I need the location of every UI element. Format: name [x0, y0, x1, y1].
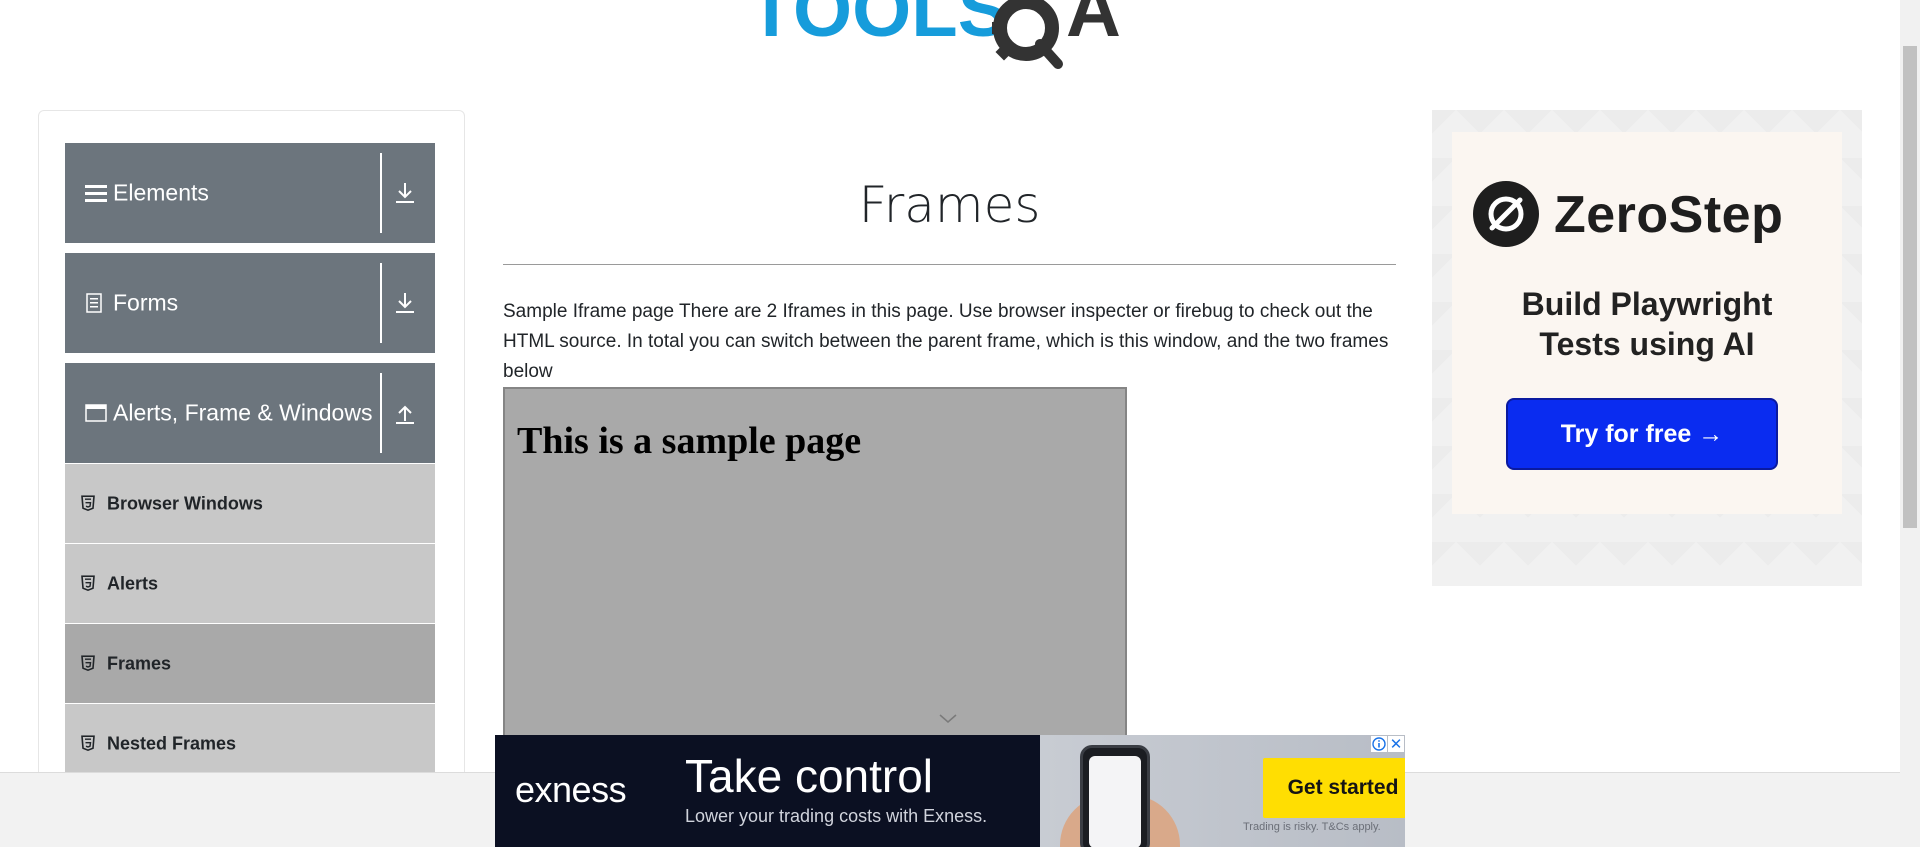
sidebar-item-label: Frames [107, 653, 172, 673]
close-icon[interactable]: ✕ [1388, 736, 1404, 752]
logo-text-tools: TOOLS [748, 0, 1008, 53]
html5-icon [81, 654, 95, 671]
download-icon[interactable] [394, 291, 416, 315]
sidebar-item-nested-frames[interactable]: Nested Frames [65, 703, 435, 783]
sample-iframe[interactable]: This is a sample page [503, 387, 1127, 737]
sidebar-item-browser-windows[interactable]: Browser Windows [65, 463, 435, 543]
sidebar-group-elements[interactable]: Elements [65, 143, 435, 243]
ad-subtext: Lower your trading costs with Exness. [685, 806, 988, 826]
gear-icon [992, 0, 1063, 69]
get-started-button[interactable]: Get started [1263, 758, 1405, 818]
iframe-heading: This is a sample page [517, 420, 862, 462]
html5-icon [81, 734, 95, 751]
logo-text-qa: A [1066, 0, 1121, 53]
sidebar-group-label: Forms [113, 289, 179, 316]
page-title: Frames [858, 176, 1041, 234]
window-icon [85, 403, 107, 423]
zerostep-ad[interactable]: ZeroStep Build Playwright Tests using AI… [1432, 110, 1862, 586]
try-for-free-button[interactable]: Try for free → [1506, 398, 1778, 470]
ad-headline: Build Playwright Tests using AI [1452, 284, 1842, 364]
sidebar-item-label: Nested Frames [107, 733, 237, 753]
ad-headline: Take control [685, 750, 934, 802]
page-scrollbar[interactable] [1900, 0, 1920, 847]
divider [380, 373, 382, 453]
phone-screen [1089, 756, 1141, 847]
upload-icon[interactable] [394, 401, 416, 425]
ad-card: ZeroStep Build Playwright Tests using AI… [1452, 132, 1842, 514]
toolsqa-logo[interactable]: TOOLS A [748, 0, 1158, 70]
document-icon [85, 292, 103, 314]
divider [380, 263, 382, 343]
sidebar-item-label: Alerts [107, 573, 159, 593]
info-icon[interactable] [1371, 736, 1387, 752]
sidebar-group-forms[interactable]: Forms [65, 253, 435, 353]
ad-headline-line1: Build Playwright [1521, 286, 1773, 322]
chevron-down-icon [939, 714, 957, 724]
phone-image [1080, 745, 1150, 847]
scrollbar-thumb[interactable] [1903, 46, 1917, 528]
sidebar-group-alerts-frame-windows[interactable]: Alerts, Frame & Windows [65, 363, 435, 463]
ad-brand: exness [515, 769, 627, 810]
sidebar-group-label: Alerts, Frame & Windows [113, 399, 373, 426]
title-divider [503, 264, 1396, 265]
zerostep-logo-icon [1473, 181, 1539, 247]
html5-icon [81, 574, 95, 591]
download-icon[interactable] [394, 181, 416, 205]
ad-headline-line2: Tests using AI [1539, 326, 1755, 362]
html5-icon [81, 494, 95, 511]
ad-brand: ZeroStep [1554, 186, 1784, 244]
sidebar-item-label: Browser Windows [107, 493, 263, 513]
exness-ad-banner[interactable]: exness Take control Lower your trading c… [495, 735, 1405, 847]
sidebar-item-frames[interactable]: Frames [65, 623, 435, 703]
ad-disclaimer: Trading is risky. T&Cs apply. [1243, 821, 1381, 833]
page-description: Sample Iframe page There are 2 Iframes i… [503, 301, 1389, 382]
hamburger-icon [85, 183, 107, 203]
sidebar-item-alerts[interactable]: Alerts [65, 543, 435, 623]
sidebar-group-label: Elements [113, 179, 209, 206]
divider [380, 153, 382, 233]
sidebar-menu: Elements Forms Alerts, Frame & Windows B… [38, 110, 465, 847]
